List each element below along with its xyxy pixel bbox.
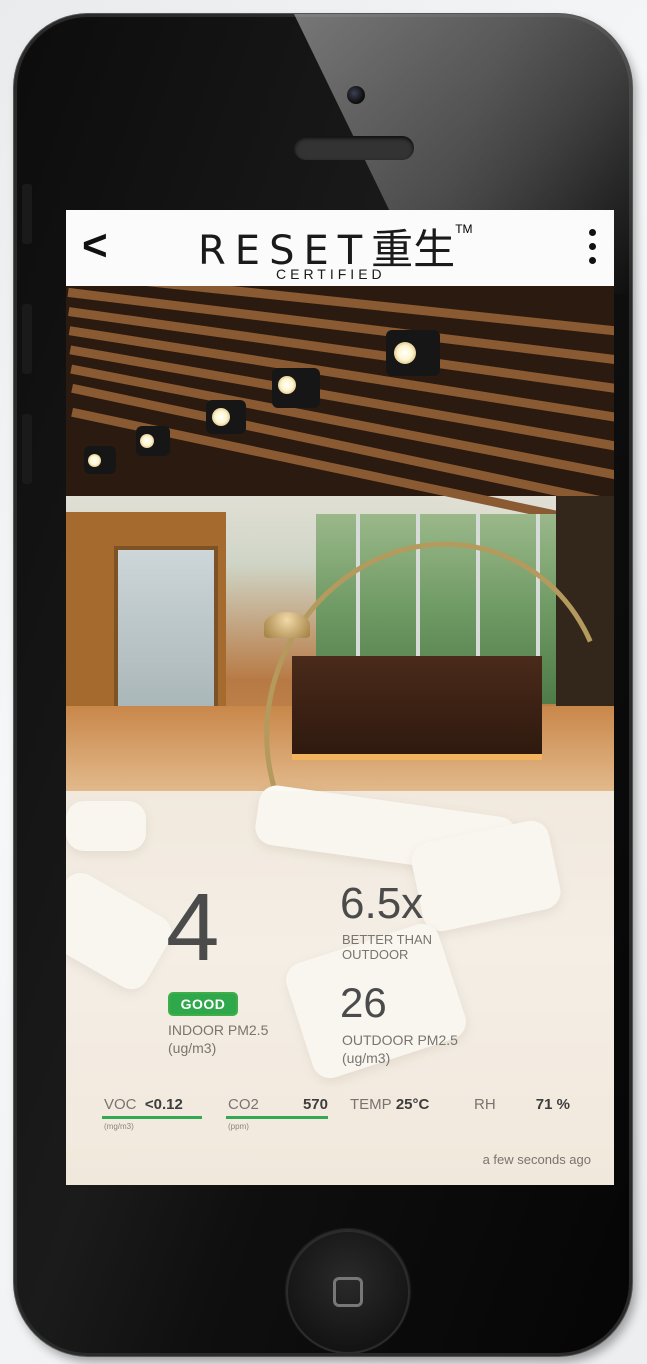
outdoor-pm25-unit: (ug/m3) [342,1050,391,1066]
ratio-label-line2: OUTDOOR [342,947,409,962]
app-screen: < RESET重生TM CERTIFIED 4 GOOD INDOOR PM2.… [66,210,614,1185]
vertical-dots-icon[interactable] [584,224,600,274]
volume-down-button [22,414,32,484]
rh-value: 71 % [535,1096,570,1113]
voc-unit: (mg/m3) [104,1122,134,1131]
rh-metric: RH 71 % [474,1096,570,1113]
indoor-pm25-unit: (ug/m3) [168,1040,217,1056]
logo-subtitle: CERTIFIED [276,266,386,282]
earpiece-speaker [294,136,414,160]
home-button[interactable] [286,1230,410,1354]
photo-lamp-shade [264,612,310,638]
co2-metric[interactable]: CO2 570 [228,1096,328,1113]
spotlight [386,330,440,376]
photo-ceiling [66,286,614,534]
co2-value: 570 [302,1096,328,1113]
reset-logo: RESET重生TM CERTIFIED [198,216,518,286]
top-bar: < RESET重生TM CERTIFIED [66,210,614,287]
voc-metric[interactable]: VOC <0.12 [104,1096,183,1113]
co2-label: CO2 [228,1096,259,1113]
status-badge: GOOD [168,992,238,1016]
spotlight [272,368,320,408]
spotlight [84,446,116,474]
spotlight [206,400,246,434]
outdoor-pm25-label: OUTDOOR PM2.5 [342,1032,458,1048]
ratio-label: BETTER THAN OUTDOOR [342,932,492,962]
rh-label: RH [474,1096,496,1113]
co2-underline [226,1116,328,1119]
home-square-icon [333,1277,363,1307]
outdoor-pm25-value: 26 [340,979,387,1026]
building-photo [66,286,614,791]
voc-underline [102,1116,202,1119]
front-camera [347,86,365,104]
spotlight [136,426,170,456]
logo-trademark: TM [455,222,473,236]
volume-up-button [22,304,32,374]
ratio-label-line1: BETTER THAN [342,932,433,947]
co2-unit: (ppm) [228,1122,249,1131]
photo-glass-door [114,546,218,714]
back-arrow-icon: < [82,221,108,270]
indoor-pm25-value: 4 [166,874,220,981]
indoor-pm25-label: INDOOR PM2.5 [168,1022,269,1038]
temp-metric: TEMP 25°C [350,1096,429,1113]
ratio-value: 6.5x [340,879,424,928]
temp-label: TEMP [350,1096,392,1113]
voc-label: VOC [104,1096,137,1113]
temp-value: 25°C [395,1096,430,1113]
voc-value: <0.12 [144,1096,183,1113]
back-button[interactable]: < [82,224,114,268]
mute-switch [22,184,32,244]
last-updated: a few seconds ago [482,1152,591,1167]
